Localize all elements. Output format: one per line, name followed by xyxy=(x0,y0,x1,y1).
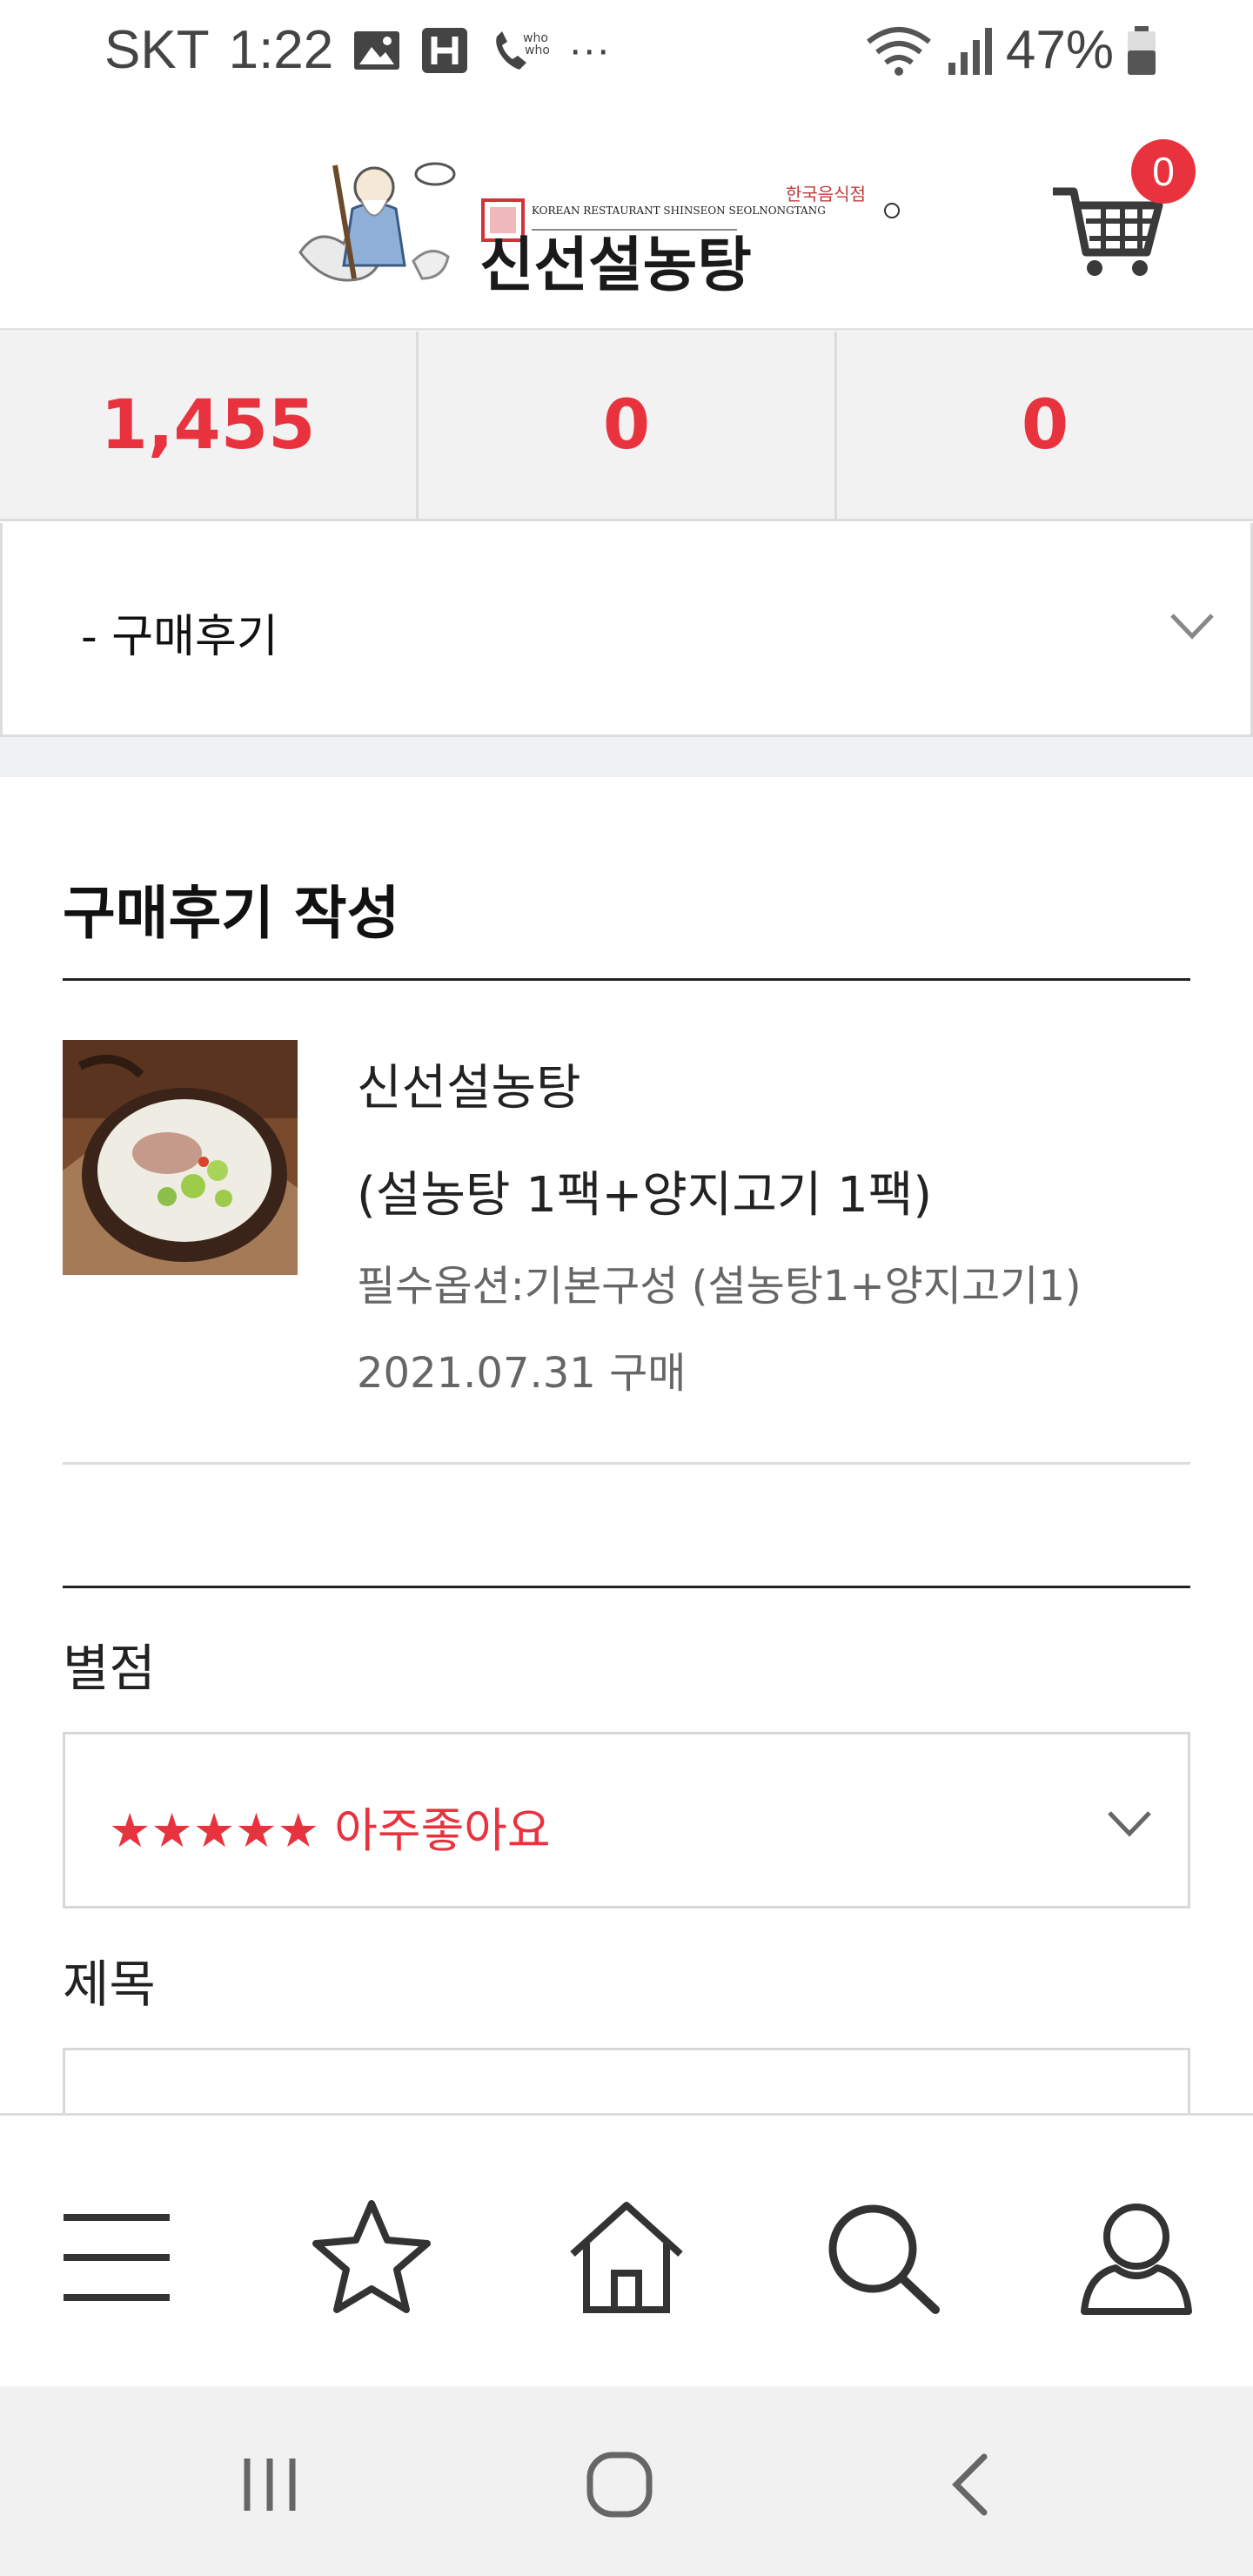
whowho-call-icon: who who xyxy=(488,24,549,77)
clock: 1:22 xyxy=(228,20,334,80)
logo-text: 신선설농탕 xyxy=(479,231,752,296)
logo-tag: 한국음식점 xyxy=(786,184,866,205)
product-name: 신선설농탕 xyxy=(357,1060,581,1117)
category-selected-label: - 구매후기 xyxy=(81,611,278,663)
product-subtitle: (설농탕 1팩+양지고기 1팩) xyxy=(357,1167,933,1224)
stats-row: 1,455 0 0 xyxy=(0,332,1253,521)
product-thumbnail xyxy=(63,1040,298,1275)
brand-logo[interactable]: KOREAN RESTAURANT SHINSEON SEOLNONGTANG … xyxy=(291,148,918,300)
home-circle-icon xyxy=(583,2448,656,2525)
user-icon xyxy=(1075,2197,1197,2322)
system-back-button[interactable] xyxy=(928,2443,1015,2530)
board-category-select[interactable]: - 구매후기 xyxy=(0,523,1253,737)
menu-button[interactable] xyxy=(56,2198,178,2320)
rating-select[interactable]: ★★★★★ 아주좋아요 xyxy=(63,1732,1190,1909)
page-title: 구매후기 작성 xyxy=(63,880,400,947)
review-form: 구매후기 작성 신선설농탕 (설농탕 1팩+양지고기 1팩) 필수옵션:기본구성… xyxy=(0,777,1253,2113)
home-icon xyxy=(566,2197,687,2322)
system-home-button[interactable] xyxy=(576,2443,663,2530)
title-input[interactable] xyxy=(63,2048,1190,2113)
bottom-navigation xyxy=(0,2113,1253,2386)
product-divider xyxy=(63,1462,1190,1465)
my-page-button[interactable] xyxy=(1075,2198,1197,2320)
site-header: KOREAN RESTAURANT SHINSEON SEOLNONGTANG … xyxy=(0,104,1253,331)
rating-selected-value: ★★★★★ 아주좋아요 xyxy=(109,1803,551,1858)
purchase-date: 2021.07.31 구매 xyxy=(357,1349,687,1398)
carrier: SKT xyxy=(104,20,210,80)
h-badge-icon xyxy=(420,26,469,75)
title-label: 제목 xyxy=(63,1955,156,2014)
wifi-icon xyxy=(865,24,933,77)
title-divider xyxy=(63,978,1190,981)
chevron-down-icon xyxy=(1106,1808,1153,1842)
search-icon xyxy=(821,2197,942,2322)
cart-button[interactable]: 0 xyxy=(1044,139,1196,287)
image-icon xyxy=(352,30,401,71)
stat-cell-2[interactable]: 0 xyxy=(419,332,837,519)
svg-text:who: who xyxy=(525,44,549,57)
cart-count-badge: 0 xyxy=(1131,139,1196,204)
menu-icon xyxy=(60,2205,173,2313)
form-divider xyxy=(63,1586,1190,1588)
product-option: 필수옵션:기본구성 (설농탕1+양지고기1) xyxy=(357,1262,1082,1311)
section-divider-band xyxy=(0,737,1253,777)
favorites-button[interactable] xyxy=(311,2198,432,2320)
system-navigation-bar xyxy=(0,2386,1253,2576)
home-button[interactable] xyxy=(566,2198,687,2320)
signal-icon xyxy=(945,24,994,77)
more-notifications: ··· xyxy=(568,27,611,73)
stat-cell-3[interactable]: 0 xyxy=(837,332,1253,519)
rating-label: 별점 xyxy=(63,1639,156,1698)
stat-cell-1[interactable]: 1,455 xyxy=(0,332,419,519)
back-icon xyxy=(941,2450,1002,2523)
logo-english: KOREAN RESTAURANT SHINSEON SEOLNONGTANG xyxy=(532,205,826,217)
search-button[interactable] xyxy=(821,2198,942,2320)
recent-apps-button[interactable] xyxy=(226,2443,313,2530)
chevron-down-icon xyxy=(1169,610,1216,645)
battery-percent: 47% xyxy=(1005,20,1114,80)
battery-icon xyxy=(1126,24,1157,77)
recent-apps-icon xyxy=(235,2450,305,2523)
star-icon xyxy=(311,2197,432,2322)
status-bar: SKT 1:22 who who ··· 47% xyxy=(0,0,1253,104)
